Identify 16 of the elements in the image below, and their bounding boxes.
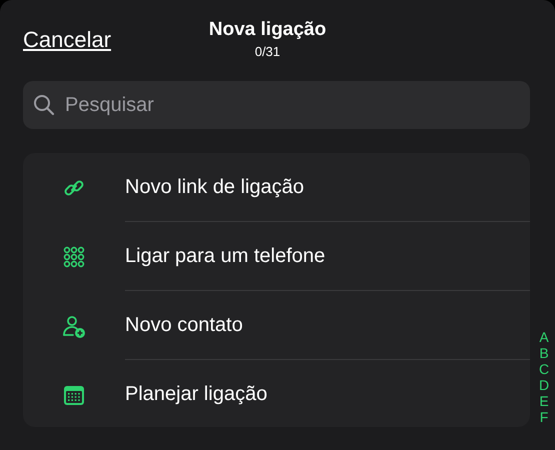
index-letter[interactable]: B <box>537 345 551 361</box>
window-title: Nova ligação <box>208 19 326 41</box>
add-person-icon <box>62 314 86 338</box>
index-letter[interactable]: D <box>537 377 551 393</box>
search-field[interactable]: Pesquisar <box>23 81 530 129</box>
index-letter[interactable]: C <box>537 361 551 377</box>
keypad-icon <box>62 244 86 268</box>
selection-counter: 0/31 <box>254 44 280 59</box>
action-item[interactable]: Novo link de ligação <box>125 176 304 199</box>
index-letter[interactable]: A <box>537 329 551 345</box>
action-item[interactable]: Planejar ligação <box>125 383 268 406</box>
cancel-link[interactable]: Cancelar <box>23 27 112 53</box>
index-letter[interactable]: F <box>537 409 551 425</box>
index-letter[interactable]: E <box>537 393 551 409</box>
action-item[interactable]: Novo contato <box>125 314 243 337</box>
action-item[interactable]: Ligar para um telefone <box>125 245 326 268</box>
